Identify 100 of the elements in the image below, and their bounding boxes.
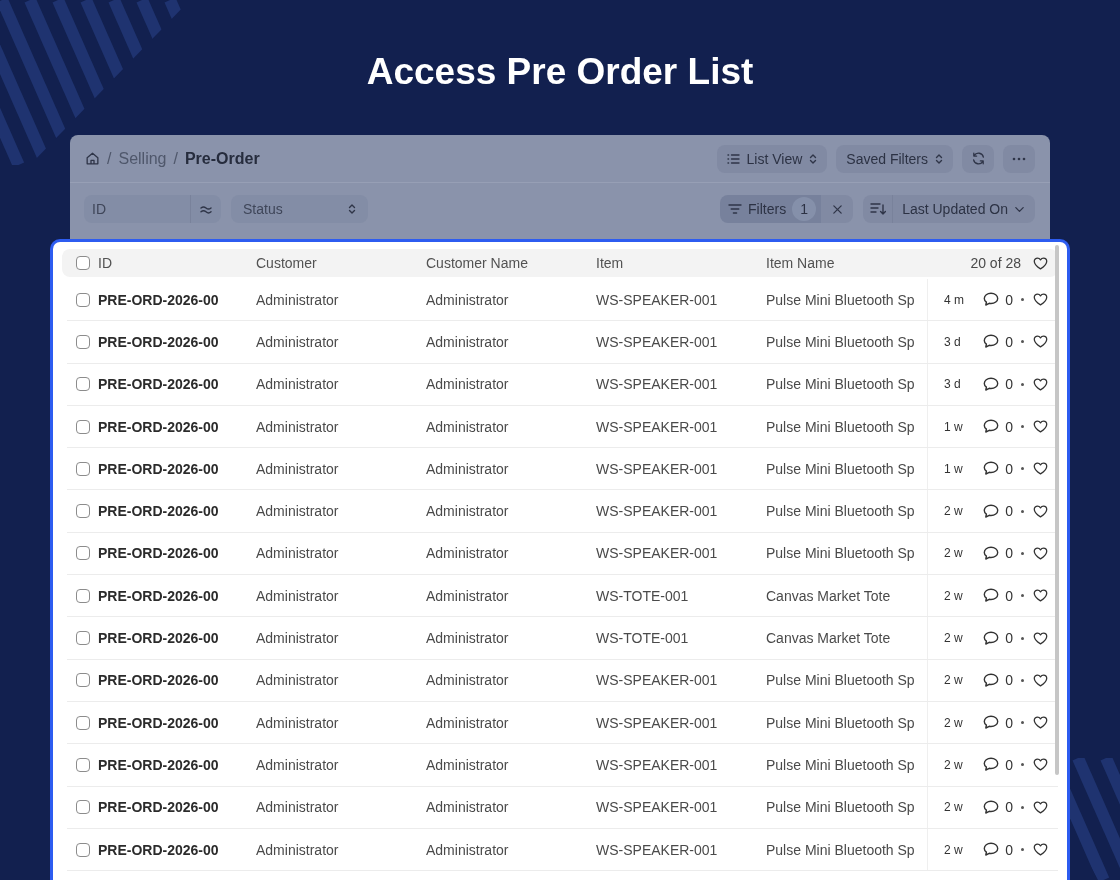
id-cell[interactable]: PRE-ORD-2026-00 [98,587,219,604]
id-cell[interactable]: PRE-ORD-2026-00 [98,630,219,646]
id-filter-field[interactable]: ID [84,195,190,223]
sort-direction-button[interactable] [863,195,894,223]
comment-icon[interactable] [983,334,1000,350]
table-cell: Administrator [426,841,509,858]
separator-dot-icon [1021,721,1024,725]
heart-icon[interactable] [1033,800,1048,814]
filter-icon [728,203,742,215]
checkbox[interactable] [76,673,90,688]
filters-button[interactable]: Filters 1 [720,195,822,223]
id-cell[interactable]: PRE-ORD-2026-00 [98,333,219,350]
up-down-caret-icon [935,152,943,165]
heart-icon[interactable] [1033,673,1048,687]
breadcrumb-link[interactable]: Pre-Order [184,149,260,168]
heart-icon[interactable] [1033,462,1048,476]
up-down-caret-icon [809,152,818,165]
id-cell[interactable]: PRE-ORD-2026-00 [98,291,219,308]
table-cell: Administrator [256,630,339,646]
comment-icon[interactable] [983,672,1000,688]
id-cell[interactable]: PRE-ORD-2026-00 [98,672,219,689]
column-header[interactable]: Customer Name [426,255,528,271]
id-cell[interactable]: PRE-ORD-2026-00 [98,503,219,520]
match-mode-button[interactable] [190,195,221,223]
checkbox[interactable] [76,292,90,307]
heart-icon[interactable] [1033,631,1048,645]
table-cell: Administrator [256,460,339,477]
heart-icon[interactable] [1033,335,1048,349]
comment-icon[interactable] [983,545,1000,561]
id-cell[interactable]: PRE-ORD-2026-00 [98,376,219,393]
checkbox[interactable] [76,757,90,772]
scrollbar-thumb[interactable] [1055,245,1059,775]
checkbox[interactable] [76,504,90,519]
checkbox[interactable] [76,334,90,349]
comment-icon[interactable] [983,799,1000,815]
table-cell: Pulse Mini Bluetooth Sp [766,714,915,731]
heart-icon[interactable] [1033,589,1048,603]
checkbox[interactable] [76,546,90,561]
table-cell: WS-SPEAKER-001 [596,841,718,858]
comment-icon[interactable] [983,419,1000,435]
checkbox[interactable] [76,377,90,392]
checkbox[interactable] [76,842,90,857]
comment-icon[interactable] [983,715,1000,731]
comment-count: 0 [1005,545,1013,562]
modified-time: 3 d [944,377,961,392]
comment-icon[interactable] [983,842,1000,857]
heart-icon[interactable] [1033,293,1048,307]
separator-dot-icon [1021,636,1024,640]
breadcrumb-separator: / [107,149,112,168]
comment-icon[interactable] [983,757,1000,773]
refresh-icon [970,151,986,166]
close-icon [831,203,843,215]
heart-icon[interactable] [1033,758,1048,772]
comment-icon[interactable] [983,588,1000,604]
comment-icon[interactable] [983,461,1000,477]
checkbox[interactable] [76,800,90,815]
table-cell: Administrator [256,291,339,308]
modified-time: 1 w [944,419,963,434]
table-cell: WS-SPEAKER-001 [596,333,718,350]
heart-icon[interactable] [1033,256,1048,270]
comment-icon[interactable] [983,376,1000,392]
id-cell[interactable]: PRE-ORD-2026-00 [98,460,219,477]
checkbox[interactable] [76,715,90,730]
table-cell: Pulse Mini Bluetooth Sp [766,333,915,350]
heart-icon[interactable] [1033,420,1048,434]
column-header[interactable]: Item [596,255,624,271]
approx-icon [200,204,212,214]
heart-icon[interactable] [1033,377,1048,391]
checkbox[interactable] [76,419,90,434]
list-view-button[interactable]: List View [716,144,828,173]
checkbox[interactable] [76,631,90,645]
id-cell[interactable]: PRE-ORD-2026-00 [98,756,219,773]
ellipsis-icon [1012,156,1026,161]
checkbox[interactable] [76,588,90,603]
column-header[interactable]: ID [98,255,112,271]
table-cell: Administrator [426,799,509,816]
column-header[interactable]: Item Name [766,255,835,271]
saved-filters-button[interactable]: Saved Filters [836,144,953,173]
modified-time: 2 w [944,631,963,645]
checkbox[interactable] [76,461,90,476]
id-cell[interactable]: PRE-ORD-2026-00 [98,841,219,858]
id-cell[interactable]: PRE-ORD-2026-00 [98,799,219,816]
id-cell[interactable]: PRE-ORD-2026-00 [98,418,219,435]
comment-icon[interactable] [983,630,1000,646]
comment-icon[interactable] [983,503,1000,519]
heart-icon[interactable] [1033,716,1048,730]
comment-icon[interactable] [983,292,1000,308]
heart-icon[interactable] [1033,504,1048,518]
column-header[interactable]: Customer [256,255,317,271]
checkbox[interactable] [76,256,90,270]
heart-icon[interactable] [1033,546,1048,560]
table-cell: Canvas Market Tote [766,630,891,646]
refresh-button[interactable] [962,144,994,173]
modified-time: 2 w [944,800,963,815]
sort-order-button[interactable]: Last Updated On [893,195,1035,223]
heart-icon[interactable] [1033,843,1048,856]
separator-dot-icon [1021,509,1024,513]
home-icon[interactable] [85,151,100,166]
id-cell[interactable]: PRE-ORD-2026-00 [98,714,219,731]
id-cell[interactable]: PRE-ORD-2026-00 [98,545,219,562]
